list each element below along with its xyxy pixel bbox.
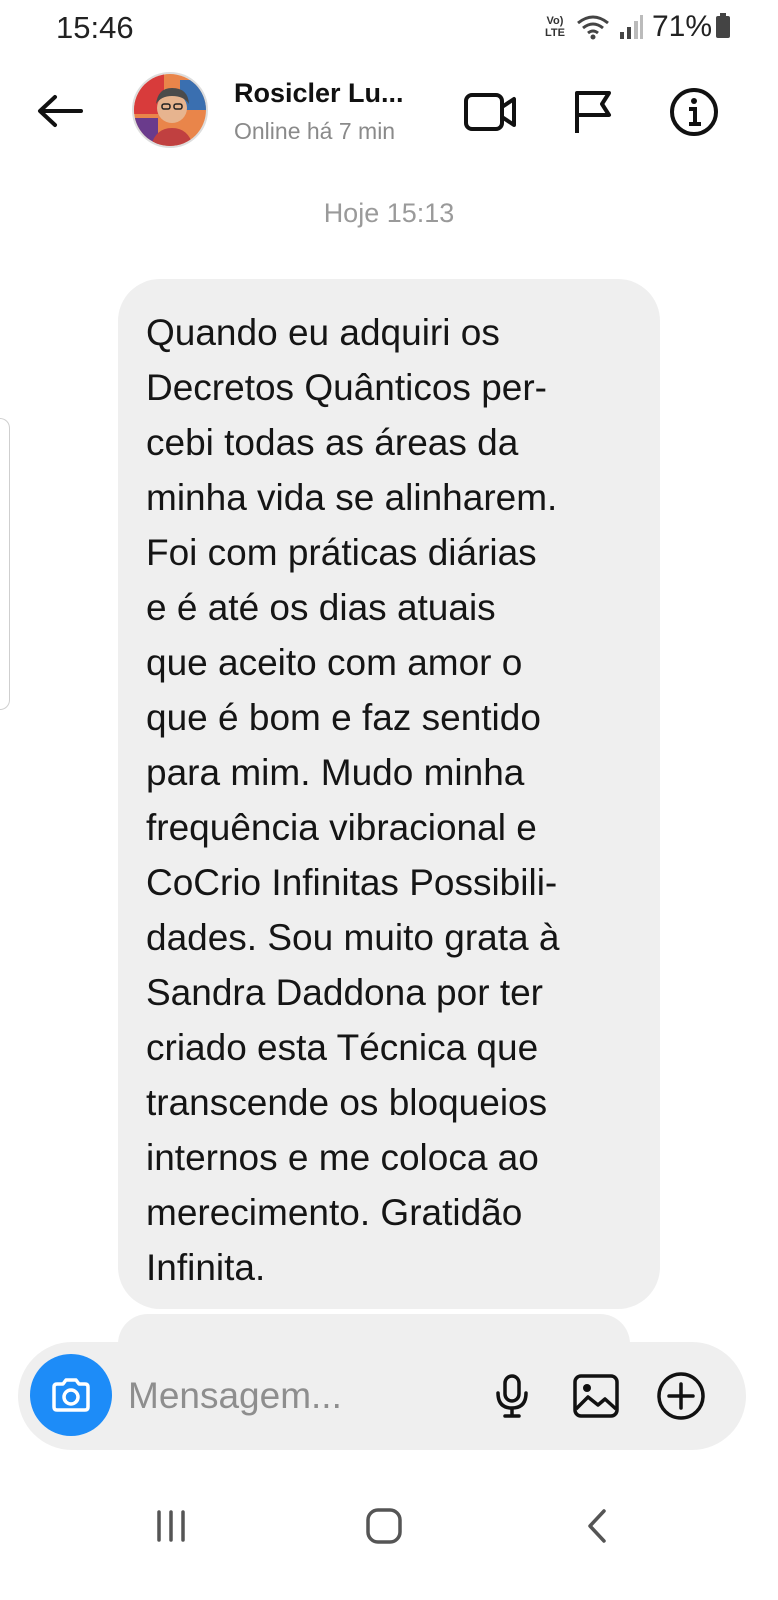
- wifi-icon: [577, 15, 609, 40]
- edge-panel-handle[interactable]: [0, 418, 10, 710]
- camera-icon: [52, 1378, 90, 1412]
- recent-apps-button[interactable]: [136, 1496, 206, 1556]
- gallery-button[interactable]: [568, 1368, 624, 1424]
- contact-name[interactable]: Rosicler Lu...: [234, 78, 424, 109]
- video-call-button[interactable]: [462, 84, 518, 140]
- info-icon: [670, 88, 718, 136]
- system-back-button[interactable]: [562, 1496, 632, 1556]
- back-button[interactable]: [30, 86, 90, 136]
- message-input[interactable]: [128, 1370, 458, 1422]
- report-button[interactable]: [565, 84, 621, 140]
- battery-icon: [716, 13, 730, 38]
- volte-icon: Vo) LTE: [544, 15, 565, 39]
- back-icon: [588, 1509, 606, 1543]
- system-navbar: [0, 1460, 778, 1600]
- contact-status: Online há 7 min: [234, 118, 396, 144]
- info-button[interactable]: [666, 84, 722, 140]
- video-call-icon: [464, 93, 516, 131]
- flag-icon: [575, 91, 611, 133]
- avatar-image: [134, 74, 206, 146]
- back-arrow-icon: [38, 95, 83, 127]
- status-bar: 15:46 Vo) LTE 71%: [0, 0, 778, 56]
- status-time: 15:46: [56, 10, 134, 45]
- signal-icon: [619, 15, 643, 39]
- camera-button[interactable]: [30, 1354, 112, 1436]
- home-icon: [366, 1508, 402, 1544]
- battery-percent: 71%: [651, 10, 712, 43]
- plus-icon: [657, 1372, 705, 1420]
- status-indicators: Vo) LTE 71%: [542, 10, 712, 44]
- microphone-icon: [496, 1374, 528, 1418]
- gallery-icon: [573, 1374, 619, 1418]
- voice-message-button[interactable]: [484, 1368, 540, 1424]
- chat-header: Rosicler Lu... Online há 7 min: [0, 64, 778, 156]
- message-text: Quando eu adquiri os Decretos Quânticos …: [146, 312, 560, 1288]
- avatar[interactable]: [132, 72, 208, 148]
- message-composer: [18, 1342, 746, 1450]
- message-bubble[interactable]: Quando eu adquiri os Decretos Quânticos …: [118, 279, 660, 1309]
- message-timestamp: Hoje 15:13: [323, 198, 455, 228]
- home-button[interactable]: [349, 1496, 419, 1556]
- more-options-button[interactable]: [653, 1368, 709, 1424]
- recent-apps-icon: [157, 1510, 185, 1542]
